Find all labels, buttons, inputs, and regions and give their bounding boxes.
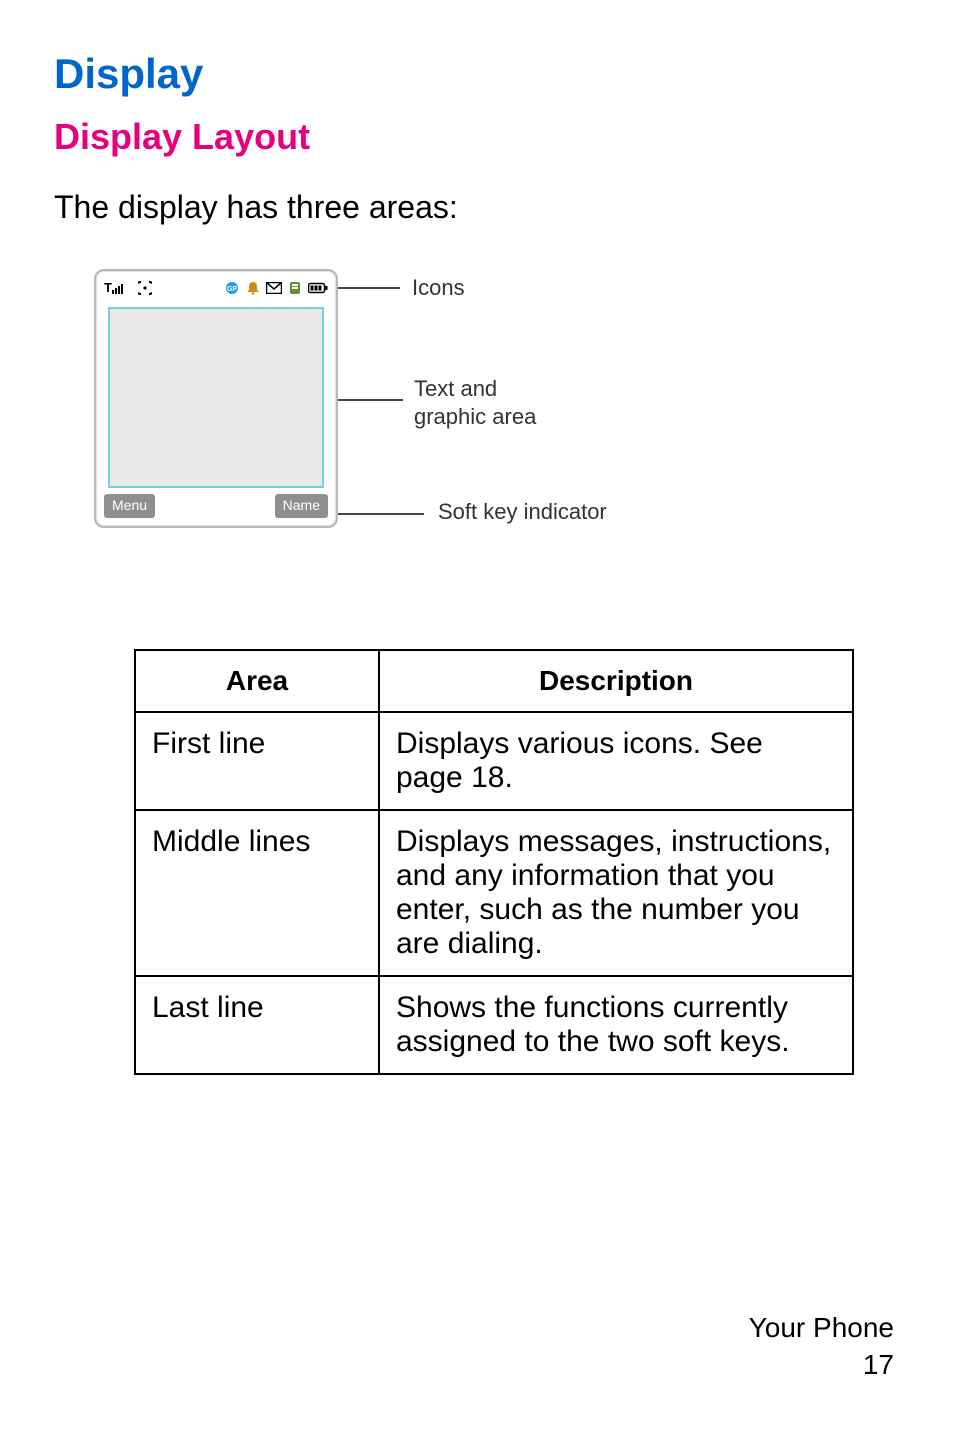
cell-description: Shows the functions currently assigned t…: [379, 976, 853, 1074]
display-layout-diagram: T: [94, 269, 794, 569]
footer-page: 17: [749, 1347, 894, 1383]
callout-text-line1: Text and: [414, 376, 497, 401]
cell-area: Middle lines: [135, 810, 379, 976]
callout-icons: Icons: [412, 275, 465, 301]
battery-icon: [308, 282, 328, 294]
text-graphic-area: [108, 307, 324, 488]
gprs-icon: [138, 280, 152, 296]
intro-text: The display has three areas:: [54, 186, 894, 229]
callout-text-line2: graphic area: [414, 404, 536, 429]
callout-softkey: Soft key indicator: [438, 499, 607, 525]
signal-icon: T: [104, 280, 132, 296]
svg-text:GP: GP: [227, 286, 237, 293]
callout-line: [338, 399, 403, 401]
table-row: First line Displays various icons. See p…: [135, 712, 853, 810]
softkey-left: Menu: [104, 494, 155, 518]
alarm-icon: [246, 281, 260, 295]
message-icon: [266, 282, 282, 294]
footer-section: Your Phone: [749, 1310, 894, 1346]
table-row: Last line Shows the functions currently …: [135, 976, 853, 1074]
cell-description: Displays messages, instructions, and any…: [379, 810, 853, 976]
table-header-row: Area Description: [135, 650, 853, 712]
phone-screen: T: [94, 269, 338, 528]
cell-description: Displays various icons. See page 18.: [379, 712, 853, 810]
table-row: Middle lines Displays messages, instruct…: [135, 810, 853, 976]
gp-indicator-icon: GP: [224, 281, 240, 295]
svg-text:T: T: [104, 280, 112, 295]
voicemail-icon: [288, 281, 302, 295]
display-areas-table: Area Description First line Displays var…: [134, 649, 854, 1075]
table-header-area: Area: [135, 650, 379, 712]
status-bar: T: [104, 277, 328, 299]
callout-text-area: Text and graphic area: [414, 375, 536, 430]
callout-line: [338, 513, 424, 515]
heading-display-layout: Display Layout: [54, 116, 894, 158]
callout-line: [338, 287, 400, 289]
page: Display Display Layout The display has t…: [0, 0, 954, 1433]
table-header-description: Description: [379, 650, 853, 712]
heading-display: Display: [54, 50, 894, 98]
page-footer: Your Phone 17: [749, 1310, 894, 1383]
cell-area: First line: [135, 712, 379, 810]
softkey-bar: Menu Name: [104, 494, 328, 518]
cell-area: Last line: [135, 976, 379, 1074]
softkey-right: Name: [275, 494, 328, 518]
